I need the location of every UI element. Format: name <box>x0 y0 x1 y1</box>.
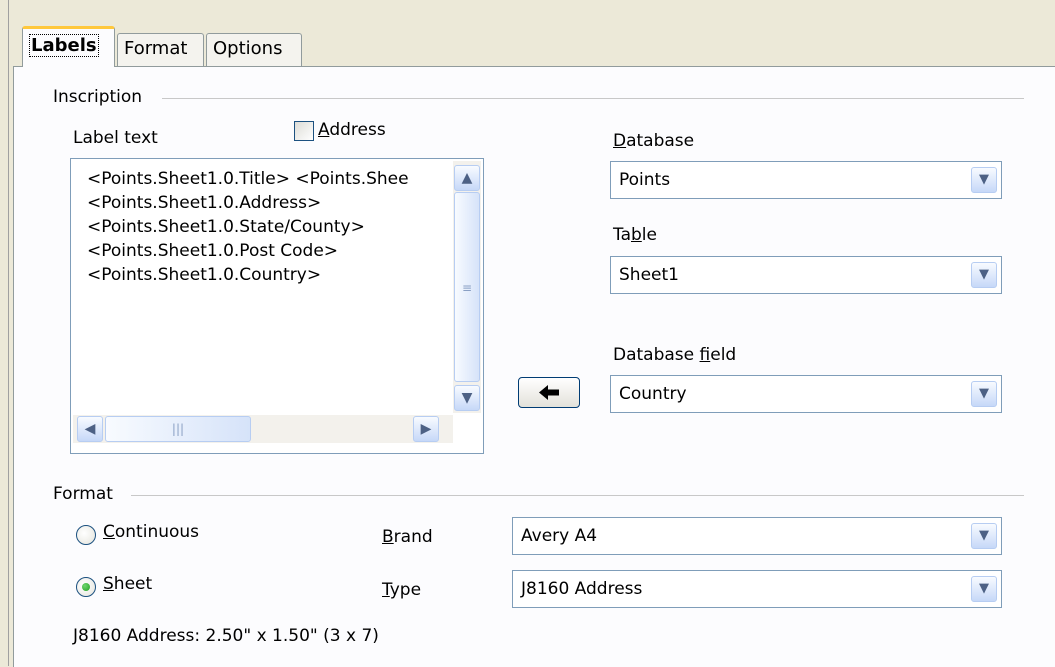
inscription-separator <box>162 98 1024 99</box>
type-select-value: J8160 Address <box>521 579 643 599</box>
vertical-scroll-thumb[interactable]: ≡ <box>454 192 480 382</box>
label-text-line: <Points.Sheet1.0.State/County> <box>87 217 365 237</box>
database-label: Database <box>613 131 695 151</box>
insert-field-button[interactable] <box>518 377 580 408</box>
label-text-line: <Points.Sheet1.0.Country> <box>87 265 322 285</box>
table-select[interactable]: Sheet1 ▼ <box>610 256 1002 294</box>
radio-selected-dot <box>82 583 90 591</box>
label-text-caption: Label text <box>73 128 158 148</box>
database-select-value: Points <box>619 170 671 190</box>
inscription-section-title: Inscription <box>53 87 143 107</box>
tab-options[interactable]: Options <box>206 33 302 66</box>
table-label: Table <box>613 225 657 245</box>
tab-format-label: Format <box>124 38 188 59</box>
brand-select[interactable]: Avery A4 ▼ <box>512 517 1002 555</box>
horizontal-scroll-thumb[interactable]: ||| <box>105 416 251 442</box>
type-select[interactable]: J8160 Address ▼ <box>512 570 1002 608</box>
scroll-down-icon[interactable]: ▼ <box>454 385 480 411</box>
continuous-radio-label[interactable]: Continuous <box>103 522 199 542</box>
window-left-edge <box>0 0 9 666</box>
brand-label: Brand <box>382 527 433 547</box>
label-size-info: J8160 Address: 2.50" x 1.50" (3 x 7) <box>73 626 379 646</box>
label-text-area[interactable]: <Points.Sheet1.0.Title> <Points.Shee <Po… <box>70 158 484 454</box>
address-checkbox[interactable] <box>294 121 314 141</box>
tab-labels-label: Labels <box>29 34 99 57</box>
brand-select-value: Avery A4 <box>521 526 598 546</box>
format-section-title: Format <box>53 484 113 504</box>
left-arrow-icon <box>539 385 559 400</box>
chevron-down-icon[interactable]: ▼ <box>971 262 997 288</box>
tab-format[interactable]: Format <box>117 33 204 66</box>
database-field-select-value: Country <box>619 384 687 404</box>
chevron-down-icon[interactable]: ▼ <box>971 381 997 407</box>
format-separator <box>131 495 1024 496</box>
label-text-content: <Points.Sheet1.0.Title> <Points.Shee <Po… <box>87 167 449 287</box>
horizontal-scrollbar[interactable]: ◀ ||| ▶ <box>73 415 453 443</box>
table-select-value: Sheet1 <box>619 265 679 285</box>
label-text-line: <Points.Sheet1.0.Post Code> <box>87 241 339 261</box>
type-label: Type <box>382 580 422 600</box>
database-select[interactable]: Points ▼ <box>610 161 1002 199</box>
chevron-down-icon[interactable]: ▼ <box>971 167 997 193</box>
scroll-right-icon[interactable]: ▶ <box>413 416 439 442</box>
scroll-up-icon[interactable]: ▲ <box>454 165 480 191</box>
chevron-down-icon[interactable]: ▼ <box>971 523 997 549</box>
continuous-radio[interactable] <box>76 525 96 545</box>
address-checkbox-label[interactable]: Address <box>318 120 386 140</box>
tab-options-label: Options <box>213 38 283 59</box>
chevron-down-icon[interactable]: ▼ <box>971 576 997 602</box>
database-field-label: Database field <box>613 345 737 365</box>
scroll-left-icon[interactable]: ◀ <box>77 416 103 442</box>
sheet-radio-label[interactable]: Sheet <box>103 574 152 594</box>
tab-labels[interactable]: Labels <box>22 26 115 67</box>
label-text-line: <Points.Sheet1.0.Title> <Points.Shee <box>87 169 409 189</box>
vertical-scrollbar[interactable]: ▲ ≡ ▼ <box>453 161 481 413</box>
label-text-line: <Points.Sheet1.0.Address> <box>87 193 322 213</box>
sheet-radio[interactable] <box>76 577 96 597</box>
database-field-select[interactable]: Country ▼ <box>610 375 1002 413</box>
